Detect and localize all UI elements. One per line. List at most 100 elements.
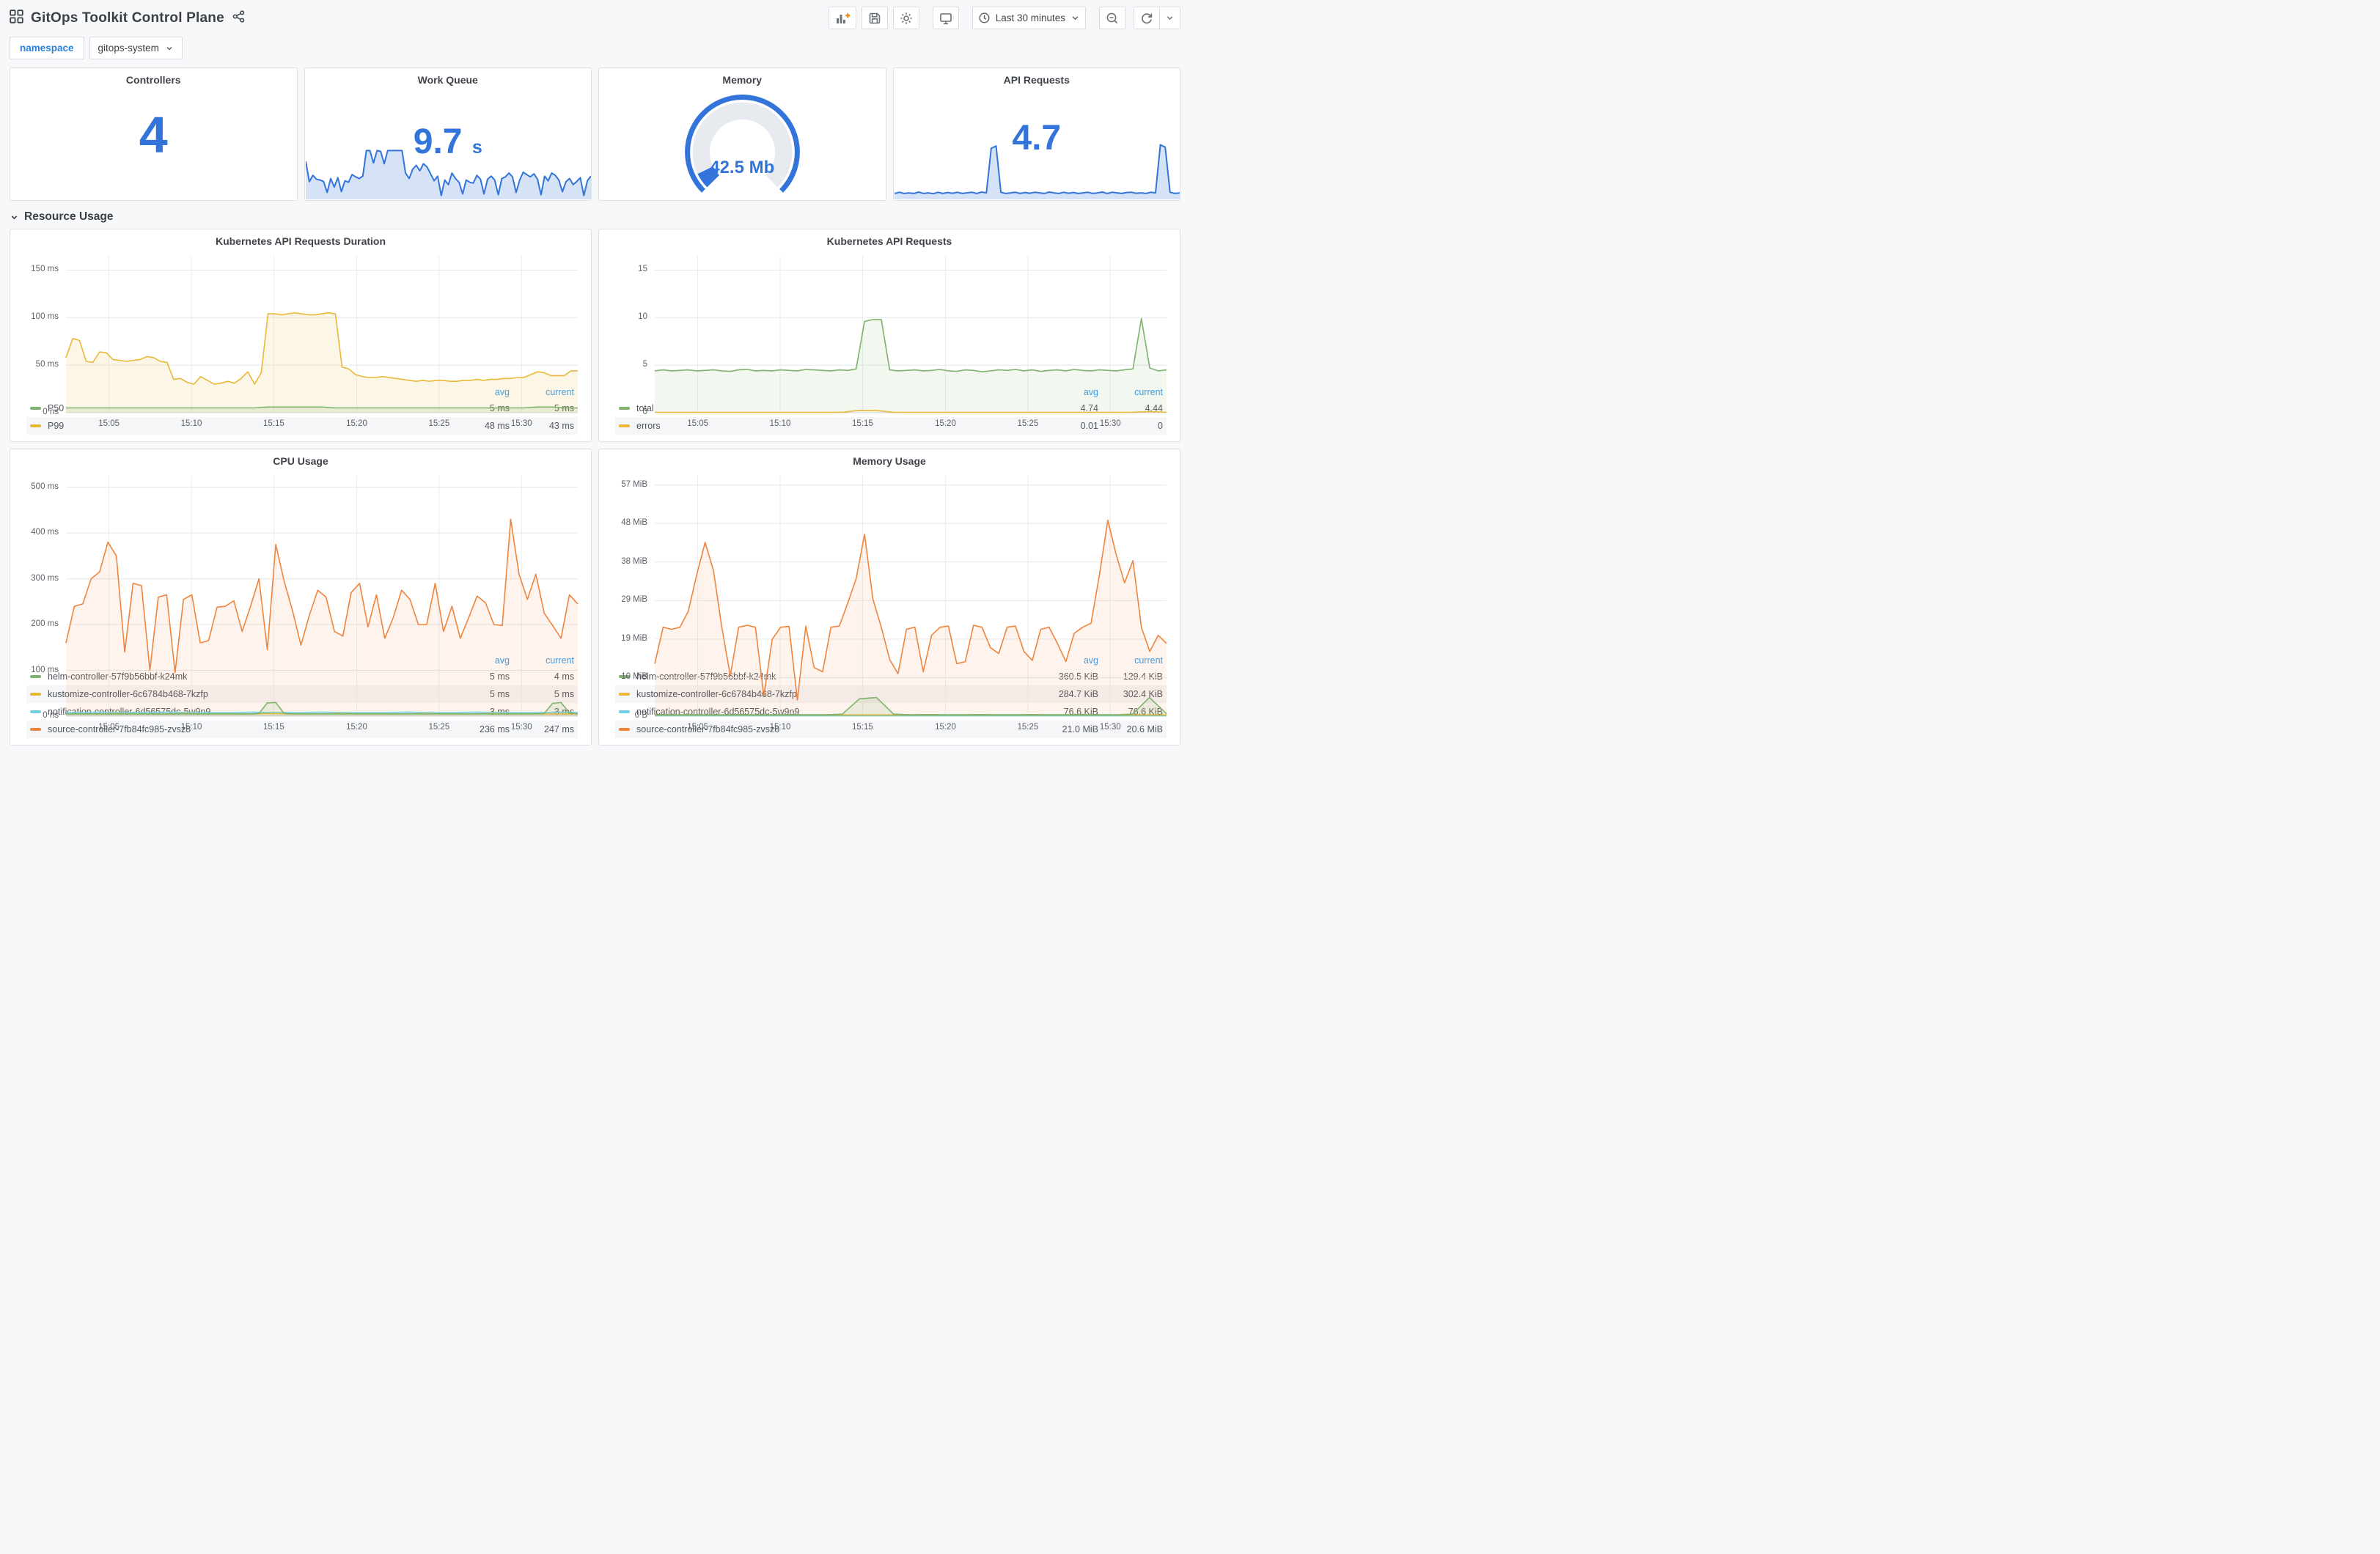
time-range-label: Last 30 minutes [995,12,1065,23]
chevron-down-icon [11,215,18,219]
y-axis-tick-label: 0 ns [43,711,59,720]
x-axis-tick-label: 15:15 [262,723,284,732]
requests-chart-plot[interactable]: 15:05 15:10 15:15 15:20 15:25 15:30 0 5 10 15 [638,256,1167,428]
x-axis-tick-label: 15:05 [98,723,120,732]
panel-api-requests: Kubernetes API Requests 15:05 15:10 15:15 1… [598,229,1180,442]
charts-row-2: CPU Usage 15:05 15:10 15:15 15:20 15:25 15:30… [10,449,1180,745]
panel-cpu-usage: CPU Usage 15:05 15:10 15:15 15:20 15:25 15:30… [10,449,592,745]
panel-title[interactable]: Kubernetes API Requests Duration [10,229,591,251]
x-axis-tick-label: 15:25 [1017,723,1039,732]
x-axis-tick-label: 15:20 [346,723,367,732]
section-title: Resource Usage [24,210,114,223]
y-axis-tick-label: 48 MiB [621,518,647,528]
page-title: GitOps Toolkit Control Plane [31,10,224,26]
x-axis-tick-label: 15:05 [687,723,709,732]
work-queue-unit: s [471,137,482,158]
y-axis-tick-label: 10 MiB [621,672,647,682]
y-axis-tick-label: 29 MiB [621,595,647,605]
panel-api-requests-stat: API Requests 4.7 [892,67,1180,201]
x-axis-tick-label: 15:30 [1099,419,1121,428]
panel-title[interactable]: Memory Usage [599,449,1180,471]
y-axis-tick-label: 100 ms [31,665,59,674]
panel-title[interactable]: Work Queue [305,68,592,90]
x-axis-tick-label: 15:15 [851,723,873,732]
x-axis-tick-label: 15:30 [1099,723,1121,732]
add-panel-button[interactable] [828,7,856,29]
series-color-dash [30,728,41,731]
panel-title[interactable]: API Requests [894,68,1180,90]
refresh-dashboard-button[interactable] [1134,7,1160,29]
y-axis-tick-label: 50 ms [35,360,59,369]
series-color-dash [30,693,41,696]
y-axis-tick-label: 0 B [634,711,647,720]
y-axis-tick-label: 5 [642,360,647,369]
x-axis-tick-label: 15:05 [687,419,709,428]
x-axis-tick-label: 15:20 [935,723,956,732]
zoom-out-time-button[interactable] [1099,7,1125,29]
panel-work-queue: Work Queue 9.7 s [304,67,592,201]
y-axis-tick-label: 150 ms [31,265,59,274]
api-requests-value: 4.7 [1012,119,1062,158]
x-axis-tick-label: 15:20 [346,419,367,428]
x-axis-tick-label: 15:30 [510,419,532,428]
panel-title[interactable]: CPU Usage [10,449,591,471]
dashboard-toolbar: Last 30 minutes [828,7,1180,29]
refresh-button-group [1134,7,1180,29]
x-axis-tick-label: 15:15 [262,419,284,428]
x-axis-tick-label: 15:25 [428,419,450,428]
save-dashboard-button[interactable] [861,7,888,29]
y-axis-tick-label: 100 ms [31,312,59,322]
memory-gauge[interactable]: 42.5 Mb [599,92,886,196]
memory-gauge-value: 42.5 Mb [710,158,775,178]
stat-panels-row: Controllers 4 Work Queue 9.7 s Memory 42… [10,67,1180,201]
dashboard-settings-button[interactable] [892,7,919,29]
duration-chart-plot[interactable]: 15:05 15:10 15:15 15:20 15:25 15:30 0 ns 50 ms 1… [31,256,578,428]
dashboard-grid-icon[interactable] [10,9,23,27]
x-axis-tick-label: 15:25 [428,723,450,732]
time-range-picker[interactable]: Last 30 minutes [972,7,1086,29]
x-axis-tick-label: 15:20 [935,419,956,428]
panel-memory-gauge: Memory 42.5 Mb [598,67,886,201]
chevron-down-icon [166,46,172,50]
share-dashboard-icon[interactable] [232,10,246,27]
memory-chart-plot[interactable]: 15:05 15:10 15:15 15:20 15:25 15:30 0 B 10 MiB 1… [621,476,1167,732]
panel-title[interactable]: Kubernetes API Requests [599,229,1180,251]
cycle-view-mode-button[interactable] [932,7,959,29]
variable-namespace-label: namespace [10,37,84,59]
series-color-dash [619,693,630,696]
chevron-down-icon [1072,16,1079,21]
section-row-resource-usage[interactable]: Resource Usage [10,210,1180,224]
refresh-interval-picker[interactable] [1160,7,1180,29]
x-axis-tick-label: 15:05 [98,419,120,428]
x-axis-tick-label: 15:10 [769,723,791,732]
x-axis-tick-label: 15:10 [180,419,202,428]
variable-namespace-value: gitops-system [98,43,159,54]
variables-row: namespace gitops-system [0,32,1190,67]
y-axis-tick-label: 200 ms [31,619,59,629]
y-axis-tick-label: 19 MiB [621,633,647,643]
panel-controllers: Controllers 4 [10,67,298,201]
y-axis-tick-label: 10 [638,312,647,322]
panel-api-requests-duration: Kubernetes API Requests Duration 15:05 15… [10,229,592,442]
x-axis-tick-label: 15:25 [1017,419,1039,428]
y-axis-tick-label: 57 MiB [621,479,647,489]
controllers-value: 4 [139,106,168,163]
panel-title[interactable]: Controllers [10,68,297,90]
y-axis-tick-label: 0 [642,408,647,416]
work-queue-value: 9.7 s [413,122,482,162]
y-axis-tick-label: 300 ms [31,573,59,583]
x-axis-tick-label: 15:30 [510,723,532,732]
variable-namespace-select[interactable]: gitops-system [89,37,183,59]
y-axis-tick-label: 400 ms [31,528,59,537]
panel-title[interactable]: Memory [599,68,886,90]
y-axis-tick-label: 500 ms [31,482,59,491]
series-color-dash [619,728,630,731]
x-axis-tick-label: 15:15 [851,419,873,428]
legend-series-name: P99 [48,421,65,431]
cpu-chart-plot[interactable]: 15:05 15:10 15:15 15:20 15:25 15:30 0 ns 100 ms… [31,476,579,732]
panel-memory-usage: Memory Usage 15:05 15:10 15:15 15:20 15:25 15… [598,449,1180,745]
series-color-dash [30,424,41,427]
series-color-dash [619,424,630,427]
x-axis-tick-label: 15:10 [769,419,791,428]
legend-series-name: errors [636,421,661,431]
